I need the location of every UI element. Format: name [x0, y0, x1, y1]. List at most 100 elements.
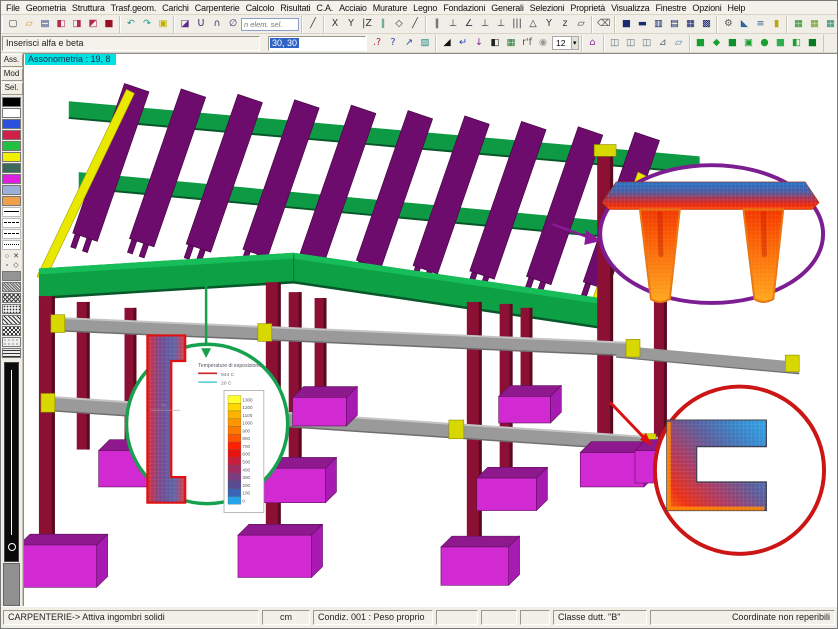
- snap-sheet-icon[interactable]: ▱: [573, 17, 589, 32]
- snap-triple-icon[interactable]: |||: [509, 17, 525, 32]
- symbol-swatch-2[interactable]: ▫: [3, 261, 12, 270]
- snap-baseline-icon[interactable]: ⊥: [493, 17, 509, 32]
- menu-calcolo[interactable]: Calcolo: [243, 3, 278, 13]
- circle-tool-icon[interactable]: ◉: [535, 36, 551, 51]
- pattern-swatch-diag[interactable]: [2, 315, 21, 325]
- slope-icon[interactable]: ◣: [736, 17, 752, 32]
- mesh-view-2-icon[interactable]: ▦: [806, 17, 822, 32]
- zoom-slider-knob[interactable]: [8, 543, 16, 551]
- eraser-icon[interactable]: ⌫: [595, 17, 612, 32]
- snap-angle-icon[interactable]: ∠: [461, 17, 477, 32]
- solid-node-icon[interactable]: ▣: [741, 36, 757, 51]
- axis-x-icon[interactable]: X: [327, 17, 343, 32]
- menu-murature[interactable]: Murature: [370, 3, 410, 13]
- zoom-slider[interactable]: [4, 362, 19, 562]
- color-swatch-3[interactable]: [2, 130, 21, 140]
- snap-triangle-icon[interactable]: △: [525, 17, 541, 32]
- measure-arrow-icon[interactable]: ↗: [401, 36, 417, 51]
- menu-trasf-geom-[interactable]: Trasf.geom.: [108, 3, 159, 13]
- intersection-icon[interactable]: ∩: [209, 17, 225, 32]
- window-split-3-icon[interactable]: ▥: [650, 17, 666, 32]
- query-point-icon[interactable]: .?: [369, 36, 385, 51]
- wire-cube-3-icon[interactable]: ◫: [639, 36, 655, 51]
- menu-opzioni[interactable]: Opzioni: [689, 3, 724, 13]
- window-split-2-icon[interactable]: ▬: [634, 17, 650, 32]
- snap-z-icon[interactable]: z: [557, 17, 573, 32]
- axis-y-icon[interactable]: Y: [343, 17, 359, 32]
- solid-half-icon[interactable]: ◧: [789, 36, 805, 51]
- menu-risultati[interactable]: Risultati: [277, 3, 313, 13]
- pattern-swatch-dots[interactable]: [2, 304, 21, 314]
- window-split-6-icon[interactable]: ▩: [698, 17, 714, 32]
- color-swatch-7[interactable]: [2, 174, 21, 184]
- alpha-beta-input[interactable]: 30, 30: [268, 36, 366, 51]
- color-swatch-2[interactable]: [2, 119, 21, 129]
- pattern-swatch-check[interactable]: [2, 326, 21, 336]
- menu-acciaio[interactable]: Acciaio: [336, 3, 370, 13]
- record-red-icon[interactable]: ■: [101, 17, 117, 32]
- shade-icon[interactable]: ◢: [439, 36, 455, 51]
- linestyle-solid[interactable]: [2, 207, 21, 217]
- list-icon[interactable]: ≡: [752, 17, 768, 32]
- linestyle-dashdot[interactable]: [2, 229, 21, 239]
- select-filter-icon[interactable]: ◪: [177, 17, 193, 32]
- menu-c-a-[interactable]: C.A.: [313, 3, 336, 13]
- window-split-5-icon[interactable]: ▦: [682, 17, 698, 32]
- symbol-swatch-3[interactable]: ◇: [12, 261, 21, 270]
- menu-visualizza[interactable]: Visualizza: [608, 3, 652, 13]
- new-file-icon[interactable]: ▢: [5, 17, 21, 32]
- solid-box-2-icon[interactable]: ■: [773, 36, 789, 51]
- model-view-green-icon[interactable]: ◩: [85, 17, 101, 32]
- flag-icon[interactable]: ⊿: [655, 36, 671, 51]
- pattern-swatch-weave[interactable]: [2, 348, 21, 358]
- menu-file[interactable]: File: [3, 3, 23, 13]
- snap-parallel-icon[interactable]: ‖: [429, 17, 445, 32]
- orbit-icon[interactable]: ↷: [139, 17, 155, 32]
- solid-cube-icon[interactable]: ◆: [709, 36, 725, 51]
- axis-z-icon[interactable]: |Z: [359, 17, 375, 32]
- download-arrow-icon[interactable]: ↓: [471, 36, 487, 51]
- open-folder-icon[interactable]: ▱: [21, 17, 37, 32]
- menu-carichi[interactable]: Carichi: [159, 3, 192, 13]
- menu-fondazioni[interactable]: Fondazioni: [440, 3, 488, 13]
- color-swatch-6[interactable]: [2, 163, 21, 173]
- parallel-lines-icon[interactable]: ∥: [375, 17, 391, 32]
- symbol-swatch-1[interactable]: ✕: [12, 252, 21, 261]
- mesh-view-3-icon[interactable]: ▦: [822, 17, 838, 32]
- menu-finestre[interactable]: Finestre: [652, 3, 689, 13]
- snap-perp-drop-icon[interactable]: ⊥: [477, 17, 493, 32]
- chevron-down-icon[interactable]: ▾: [571, 37, 578, 49]
- snap-y-icon[interactable]: Y: [541, 17, 557, 32]
- save-icon[interactable]: ▤: [37, 17, 53, 32]
- color-swatch-5[interactable]: [2, 152, 21, 162]
- color-swatch-1[interactable]: [2, 108, 21, 118]
- clear-selection-icon[interactable]: ∅: [225, 17, 241, 32]
- menu-carpenterie[interactable]: Carpenterie: [192, 3, 243, 13]
- palette-button-ass[interactable]: Ass.: [1, 54, 23, 67]
- color-swatch-9[interactable]: [2, 196, 21, 206]
- menu-geometria[interactable]: Geometria: [23, 3, 69, 13]
- model-view-red-icon[interactable]: ◧: [53, 17, 69, 32]
- solid-box-icon[interactable]: ■: [693, 36, 709, 51]
- hatch-info-icon[interactable]: ▨: [417, 36, 433, 51]
- model-view-cyan-icon[interactable]: ◨: [69, 17, 85, 32]
- pattern-swatch-cross[interactable]: [2, 293, 21, 303]
- draw-line-icon[interactable]: ╱: [305, 17, 321, 32]
- rf-icon[interactable]: r'f: [519, 36, 535, 51]
- color-swatch-4[interactable]: [2, 141, 21, 151]
- return-arrow-icon[interactable]: ↵: [455, 36, 471, 51]
- bw-panel-icon[interactable]: ◧: [487, 36, 503, 51]
- selected-count-input[interactable]: [241, 18, 299, 31]
- menu-struttura[interactable]: Struttura: [69, 3, 108, 13]
- undo-icon[interactable]: ↶: [123, 17, 139, 32]
- symbol-swatch-0[interactable]: ○: [3, 252, 12, 261]
- window-split-1-icon[interactable]: ■: [618, 17, 634, 32]
- menu-selezioni[interactable]: Selezioni: [527, 3, 568, 13]
- viewport[interactable]: 75 Temperature di esposizione 944 C 20 C…: [23, 53, 837, 606]
- union-icon[interactable]: U: [193, 17, 209, 32]
- palette-button-sel[interactable]: Sel.: [1, 82, 23, 95]
- window-split-4-icon[interactable]: ▤: [666, 17, 682, 32]
- wire-cube-1-icon[interactable]: ◫: [607, 36, 623, 51]
- pattern-swatch-fine[interactable]: [2, 282, 21, 292]
- clipboard-yellow-icon[interactable]: ▣: [155, 17, 171, 32]
